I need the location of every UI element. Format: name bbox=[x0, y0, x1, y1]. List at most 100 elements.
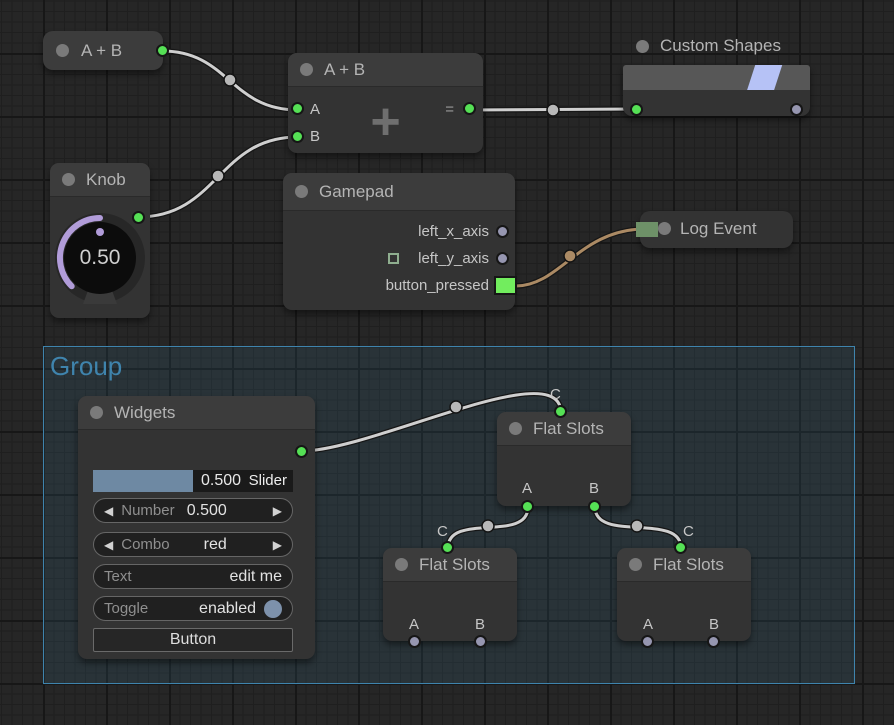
input-slot-b[interactable] bbox=[588, 500, 601, 513]
slider-value: 0.500 bbox=[201, 472, 241, 490]
number-widget[interactable]: ◀ Number 0.500 ▶ bbox=[93, 498, 293, 523]
input-label: A bbox=[643, 616, 653, 634]
input-slot-a[interactable] bbox=[521, 500, 534, 513]
collapse-dot-icon[interactable] bbox=[658, 222, 671, 235]
output-slot-c[interactable] bbox=[441, 541, 454, 554]
node-graph-canvas[interactable]: Group bbox=[0, 0, 894, 725]
input-label: A bbox=[409, 616, 419, 634]
collapse-dot-icon[interactable] bbox=[56, 44, 69, 57]
output-label: C bbox=[683, 523, 694, 541]
node-title: A + B bbox=[81, 41, 122, 61]
wire-buttonpressed-to-logevent[interactable] bbox=[516, 229, 645, 286]
output-slot-c[interactable] bbox=[674, 541, 687, 554]
text-label: Text bbox=[104, 568, 222, 585]
arrow-right-icon[interactable]: ▶ bbox=[273, 504, 282, 518]
node-title: Flat Slots bbox=[419, 555, 490, 575]
node-title: Widgets bbox=[114, 403, 175, 423]
node-title: Gamepad bbox=[319, 182, 394, 202]
node-knob[interactable]: Knob 0.50 bbox=[50, 163, 150, 318]
toggle-label: Toggle bbox=[104, 600, 191, 617]
output-label: C bbox=[437, 523, 448, 541]
toggle-widget[interactable]: Toggle enabled bbox=[93, 596, 293, 621]
input-label: A bbox=[522, 480, 532, 498]
output-label: left_y_axis bbox=[418, 250, 489, 267]
collapse-dot-icon[interactable] bbox=[636, 40, 649, 53]
input-label: B bbox=[709, 616, 719, 634]
plus-operator-icon: + bbox=[288, 96, 483, 148]
node-customshapes[interactable] bbox=[623, 65, 810, 116]
toggle-knob-icon[interactable] bbox=[264, 600, 282, 618]
node-logevent[interactable]: Log Event bbox=[640, 211, 793, 248]
reroute-dot[interactable] bbox=[482, 520, 494, 532]
output-label: C bbox=[550, 386, 561, 404]
collapse-dot-icon[interactable] bbox=[509, 422, 522, 435]
reroute-dot-event[interactable] bbox=[564, 250, 576, 262]
event-input-slot[interactable] bbox=[636, 222, 658, 237]
custom-shape-marker[interactable] bbox=[746, 65, 783, 90]
shape-track[interactable] bbox=[623, 65, 810, 90]
input-label: B bbox=[475, 616, 485, 634]
output-slot-leftxaxis[interactable] bbox=[496, 225, 509, 238]
reroute-dot[interactable] bbox=[212, 170, 224, 182]
combo-widget[interactable]: ◀ Combo red ▶ bbox=[93, 532, 293, 557]
node-add-collapsed[interactable]: A + B bbox=[43, 31, 163, 70]
slider-fill bbox=[93, 470, 193, 492]
toggle-value: enabled bbox=[199, 600, 256, 618]
combo-value: red bbox=[204, 536, 227, 554]
output-slot-leftyaxis[interactable] bbox=[496, 252, 509, 265]
node-title: Knob bbox=[86, 170, 126, 190]
node-title: Flat Slots bbox=[533, 419, 604, 439]
node-title: Flat Slots bbox=[653, 555, 724, 575]
node-flatslots-right[interactable]: Flat Slots C A B bbox=[617, 548, 751, 641]
collapse-dot-icon[interactable] bbox=[395, 558, 408, 571]
node-title: A + B bbox=[324, 60, 365, 80]
node-widgets[interactable]: Widgets Slider 0.500 ◀ Number 0.500 ▶ ◀ … bbox=[78, 396, 315, 659]
node-gamepad[interactable]: Gamepad left_x_axis left_y_axis button_p… bbox=[283, 173, 515, 310]
collapse-dot-icon[interactable] bbox=[629, 558, 642, 571]
input-slot-b[interactable] bbox=[474, 635, 487, 648]
node-titlebar[interactable]: Flat Slots bbox=[617, 548, 751, 582]
node-title: Custom Shapes bbox=[660, 36, 781, 56]
output-slot[interactable] bbox=[132, 211, 145, 224]
knob-value: 0.50 bbox=[54, 212, 146, 304]
node-titlebar[interactable]: Flat Slots bbox=[497, 412, 631, 446]
slider-label: Slider bbox=[249, 472, 287, 489]
output-label: button_pressed bbox=[386, 277, 489, 294]
button-widget[interactable]: Button bbox=[93, 628, 293, 652]
combo-label: Combo bbox=[121, 536, 195, 553]
node-titlebar[interactable]: Gamepad bbox=[283, 173, 515, 211]
output-slot[interactable] bbox=[295, 445, 308, 458]
output-slot[interactable] bbox=[790, 103, 803, 116]
node-titlebar[interactable]: Widgets bbox=[78, 396, 315, 430]
node-titlebar[interactable]: Knob bbox=[50, 163, 150, 197]
output-label: left_x_axis bbox=[418, 223, 489, 240]
collapse-dot-icon[interactable] bbox=[62, 173, 75, 186]
collapse-dot-icon[interactable] bbox=[300, 63, 313, 76]
output-slot[interactable] bbox=[156, 44, 169, 57]
input-slot-a[interactable] bbox=[641, 635, 654, 648]
text-value: edit me bbox=[230, 568, 282, 586]
collapse-dot-icon[interactable] bbox=[90, 406, 103, 419]
reroute-dot[interactable] bbox=[631, 520, 643, 532]
output-slot-buttonpressed[interactable] bbox=[494, 276, 517, 295]
reroute-dot[interactable] bbox=[224, 74, 236, 86]
input-slot-b[interactable] bbox=[707, 635, 720, 648]
input-slot-a[interactable] bbox=[408, 635, 421, 648]
input-label: B bbox=[589, 480, 599, 498]
slider-widget[interactable]: Slider 0.500 bbox=[93, 470, 293, 492]
text-widget[interactable]: Text edit me bbox=[93, 564, 293, 589]
node-title: Log Event bbox=[680, 219, 757, 239]
node-titlebar[interactable]: A + B bbox=[288, 53, 483, 87]
collapse-dot-icon[interactable] bbox=[295, 185, 308, 198]
arrow-right-icon[interactable]: ▶ bbox=[273, 538, 282, 552]
arrow-left-icon[interactable]: ◀ bbox=[104, 538, 113, 552]
node-customshapes-title[interactable]: Custom Shapes bbox=[636, 36, 781, 56]
arrow-left-icon[interactable]: ◀ bbox=[104, 504, 113, 518]
reroute-dot[interactable] bbox=[450, 401, 462, 413]
node-flatslots-left[interactable]: Flat Slots C A B bbox=[383, 548, 517, 641]
reroute-dot[interactable] bbox=[547, 104, 559, 116]
node-add[interactable]: A + B A B = + bbox=[288, 53, 483, 153]
input-slot[interactable] bbox=[630, 103, 643, 116]
output-slot-c[interactable] bbox=[554, 405, 567, 418]
node-flatslots-top[interactable]: Flat Slots C A B bbox=[497, 412, 631, 506]
